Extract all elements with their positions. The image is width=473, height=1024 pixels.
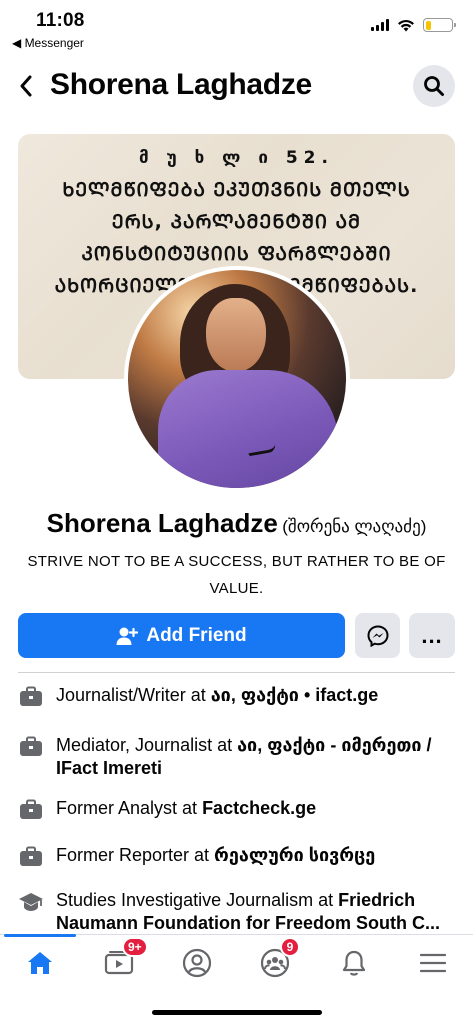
briefcase-icon <box>20 846 42 866</box>
detail-education[interactable]: Studies Investigative Journalism at Frie… <box>18 889 458 935</box>
home-icon <box>28 952 52 974</box>
profile-avatar[interactable] <box>124 266 350 492</box>
detail-work-2[interactable]: Mediator, Journalist at აი, ფაქტი - იმერ… <box>18 734 458 780</box>
back-button[interactable] <box>12 70 40 102</box>
detail-work-1[interactable]: Journalist/Writer at აი, ფაქტი • ifact.g… <box>18 684 458 708</box>
tab-home[interactable] <box>15 943 65 983</box>
cover-line: ᲔᲠᲡ, ᲞᲐᲠᲚᲐᲛᲔᲜᲢᲨᲘ ᲐᲛ <box>111 211 362 233</box>
detail-prefix: Studies Investigative Journalism at <box>56 890 339 910</box>
watch-badge: 9+ <box>122 937 148 957</box>
detail-text: Mediator, Journalist at აი, ფაქტი - იმერ… <box>56 734 458 780</box>
profile-name-main: Shorena Laghadze <box>46 508 278 538</box>
detail-prefix: Former Analyst at <box>56 798 203 818</box>
graduation-cap-icon <box>19 893 43 911</box>
messenger-icon <box>366 624 389 647</box>
tab-watch[interactable]: 9+ <box>94 937 148 983</box>
back-to-messenger-link[interactable]: ◀ Messenger <box>12 36 84 50</box>
more-options-icon: ... <box>421 622 443 648</box>
groups-badge: 9 <box>280 937 300 957</box>
detail-text: Former Analyst at Factcheck.ge <box>56 797 316 821</box>
home-indicator <box>152 1010 322 1015</box>
briefcase-icon <box>20 686 42 706</box>
add-friend-icon <box>116 627 139 645</box>
add-friend-label: Add Friend <box>146 624 247 646</box>
briefcase-icon <box>20 799 42 819</box>
bell-icon <box>342 950 366 976</box>
search-button[interactable] <box>413 65 455 107</box>
briefcase-icon <box>20 736 42 756</box>
cover-line: მ უ ხ ლ ი 52. <box>139 148 334 168</box>
tab-notifications[interactable] <box>329 943 379 983</box>
detail-org[interactable]: Factcheck.ge <box>202 798 316 818</box>
cellular-signal-icon <box>371 19 389 31</box>
profile-name: Shorena Laghadze (შორენა ლაღაძე) <box>0 508 473 539</box>
status-bar: 11:08 ◀ Messenger <box>0 0 473 56</box>
chevron-left-icon <box>20 75 32 97</box>
avatar-jacket <box>158 370 338 488</box>
detail-work-3[interactable]: Former Analyst at Factcheck.ge <box>18 797 458 821</box>
wifi-icon <box>398 19 414 31</box>
avatar-face <box>206 298 266 372</box>
search-icon <box>424 76 444 96</box>
detail-prefix: Mediator, Journalist at <box>56 735 238 755</box>
profile-header: Shorena Laghadze <box>0 60 473 112</box>
status-time: 11:08 <box>36 10 85 31</box>
status-icons <box>371 18 456 32</box>
detail-org[interactable]: აი, ფაქტი • ifact.ge <box>211 685 379 705</box>
tab-profile[interactable] <box>172 943 222 983</box>
detail-text: Studies Investigative Journalism at Frie… <box>56 889 458 935</box>
active-tab-indicator <box>4 934 76 937</box>
detail-prefix: Journalist/Writer at <box>56 685 211 705</box>
header-title: Shorena Laghadze <box>50 68 312 101</box>
message-button[interactable] <box>355 613 400 658</box>
detail-text: Journalist/Writer at აი, ფაქტი • ifact.g… <box>56 684 378 708</box>
bottom-tab-bar: 9+ 9 <box>0 934 473 994</box>
profile-icon <box>182 948 212 978</box>
more-options-button[interactable]: ... <box>409 613 455 658</box>
tab-groups[interactable]: 9 <box>250 937 300 983</box>
profile-name-alternate: (შორენა ლაღაძე) <box>282 517 427 536</box>
tab-menu[interactable] <box>408 943 458 983</box>
divider <box>18 672 455 673</box>
battery-icon <box>423 18 456 32</box>
detail-text: Former Reporter at რეალური სივრცე <box>56 844 375 868</box>
add-friend-button[interactable]: Add Friend <box>18 613 345 658</box>
menu-icon <box>420 953 446 973</box>
detail-org[interactable]: რეალური სივრცე <box>214 845 375 865</box>
cover-line: ᲮᲔᲚᲛᲬᲘᲤᲔᲑᲐ ᲔᲙᲣᲗᲕᲜᲘᲡ ᲛᲗᲔᲚᲡ <box>62 179 411 201</box>
detail-work-4[interactable]: Former Reporter at რეალური სივრცე <box>18 844 458 868</box>
battery-level <box>425 20 431 30</box>
detail-prefix: Former Reporter at <box>56 845 215 865</box>
profile-bio: STRIVE NOT TO BE A SUCCESS, BUT RATHER T… <box>27 553 446 597</box>
